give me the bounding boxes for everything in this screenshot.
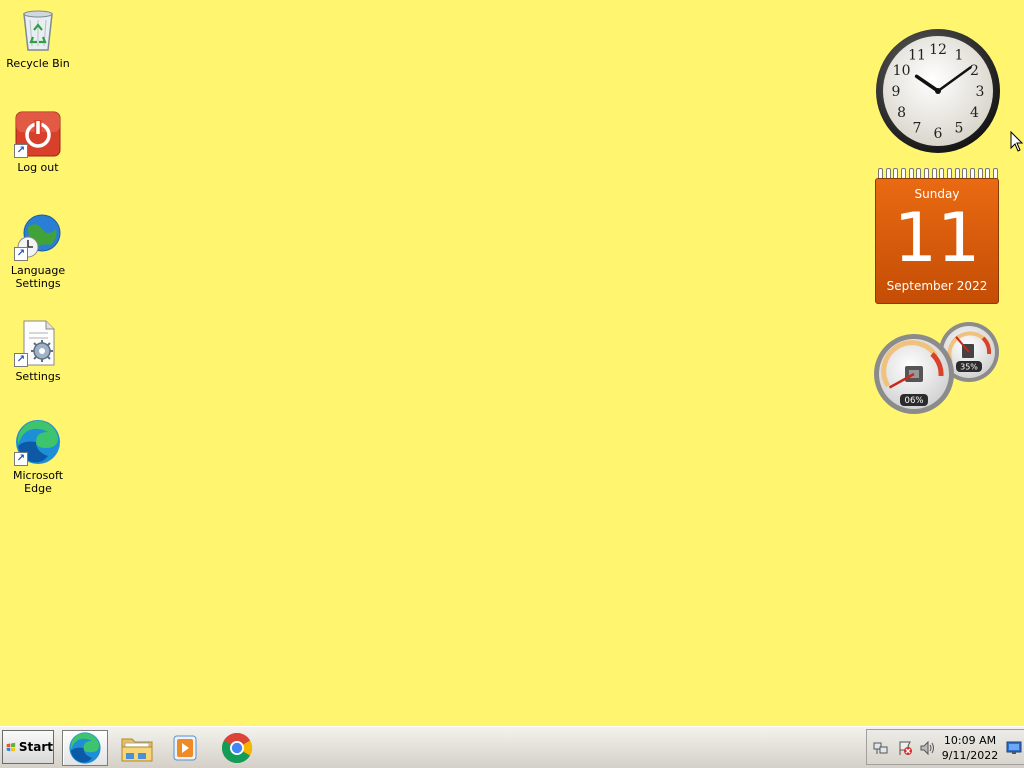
shortcut-arrow-icon: ↗ <box>14 144 28 158</box>
clock-numeral: 6 <box>934 126 943 142</box>
desktop-icon-label: Settings <box>15 370 61 383</box>
calendar-day-number: 11 <box>893 199 981 278</box>
folder-icon <box>121 738 153 762</box>
clock-numeral: 11 <box>908 48 926 64</box>
clock-numeral: 7 <box>913 120 922 136</box>
volume-icon[interactable] <box>919 740 935 756</box>
taskbar-app-microsoft-edge[interactable] <box>62 730 108 766</box>
desktop-icon-settings[interactable]: ↗ Settings <box>0 319 76 383</box>
recycle-bin-icon <box>14 6 62 54</box>
clock-numeral: 9 <box>892 84 901 100</box>
start-label: Start <box>18 740 53 754</box>
taskbar-app-windows-explorer[interactable] <box>114 730 160 766</box>
calendar-month-year: September 2022 <box>886 279 988 293</box>
desktop-icon-label: Language Settings <box>10 264 66 290</box>
taskbar-app-google-chrome[interactable] <box>214 730 260 766</box>
network-icon[interactable] <box>873 740 889 756</box>
memory-percent: 35% <box>960 363 978 372</box>
shortcut-arrow-icon: ↗ <box>14 452 28 466</box>
taskbar: Start 10:09 AM 9/11/2022 <box>0 726 1024 768</box>
cpu-percent: 06% <box>905 396 924 406</box>
mouse-cursor-icon <box>1010 131 1024 152</box>
action-center-flag-icon[interactable] <box>897 740 913 756</box>
clock-numeral: 4 <box>970 105 979 121</box>
tray-date-text: 9/11/2022 <box>941 749 999 762</box>
edge-icon: ↗ <box>14 418 62 466</box>
start-button[interactable]: Start <box>2 730 54 764</box>
clock-numeral: 2 <box>970 63 979 79</box>
media-player-icon <box>173 735 197 761</box>
desktop-icon-recycle-bin[interactable]: Recycle Bin <box>0 6 76 70</box>
taskbar-app-windows-media-player[interactable] <box>162 730 208 766</box>
desktop-icon-microsoft-edge[interactable]: ↗ Microsoft Edge <box>0 418 76 495</box>
clock-numeral: 12 <box>929 42 947 58</box>
clock-numeral: 8 <box>897 105 906 121</box>
tray-time-text: 10:09 AM <box>943 734 997 747</box>
clock-numeral: 10 <box>893 63 911 79</box>
tray-clock[interactable]: 10:09 AM 9/11/2022 <box>937 733 1003 763</box>
system-tray: 10:09 AM 9/11/2022 <box>866 729 1024 765</box>
globe-clock-icon: ↗ <box>14 213 62 261</box>
power-icon: ↗ <box>14 110 62 158</box>
desktop-icon-language-settings[interactable]: ↗ Language Settings <box>0 213 76 290</box>
calendar-page: Sunday 11 September 2022 <box>875 178 999 304</box>
desktop-icon-log-out[interactable]: ↗ Log out <box>0 110 76 174</box>
edge-icon <box>69 732 101 764</box>
shortcut-arrow-icon: ↗ <box>14 353 28 367</box>
shortcut-arrow-icon: ↗ <box>14 247 28 261</box>
show-desktop-icon[interactable] <box>1006 740 1022 756</box>
clock-numeral: 1 <box>955 48 964 64</box>
desktop-icon-label: Microsoft Edge <box>12 469 64 495</box>
cpu-meter-gadget[interactable]: 35% 06% <box>872 318 1002 418</box>
clock-numeral: 5 <box>955 120 964 136</box>
desktop-icon-label: Recycle Bin <box>6 57 70 70</box>
clock-gadget[interactable]: 12 1 2 3 4 5 6 7 8 9 10 11 <box>874 27 1002 155</box>
chrome-icon <box>221 733 253 764</box>
cpu-dial: 06% <box>874 334 954 414</box>
calendar-gadget[interactable]: Sunday 11 September 2022 <box>874 168 1002 306</box>
desktop-icon-label: Log out <box>17 161 59 174</box>
clock-numeral: 3 <box>976 84 985 100</box>
windows-logo-icon <box>6 742 16 752</box>
settings-document-icon: ↗ <box>14 319 62 367</box>
